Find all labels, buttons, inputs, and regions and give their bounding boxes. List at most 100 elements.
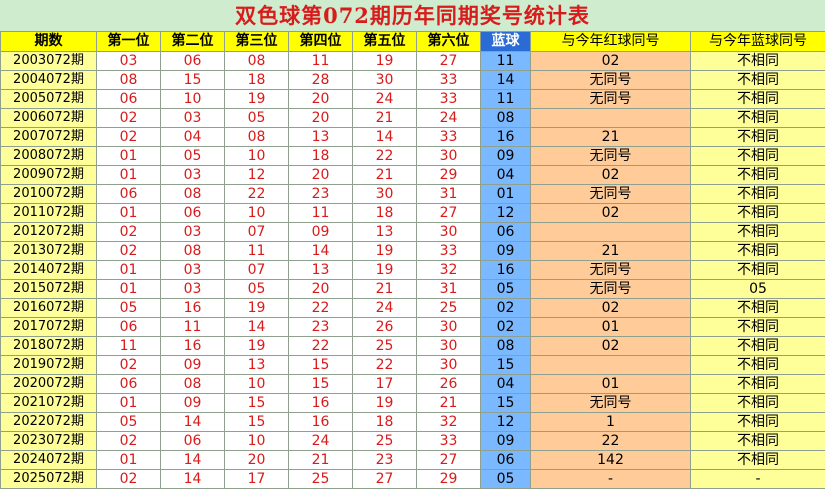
red-match-cell <box>531 109 691 128</box>
red-ball-cell: 07 <box>225 261 289 280</box>
header-pos-1: 第一位 <box>97 32 161 52</box>
red-match-cell: 142 <box>531 451 691 470</box>
blue-match-cell: 不相同 <box>691 166 825 185</box>
table-body: 2003072期0306081119271102不相同2004072期08151… <box>1 52 825 489</box>
red-ball-cell: 01 <box>97 394 161 413</box>
blue-ball-cell: 14 <box>481 71 531 90</box>
blue-match-cell: 不相同 <box>691 185 825 204</box>
red-ball-cell: 17 <box>353 375 417 394</box>
blue-ball-cell: 06 <box>481 223 531 242</box>
red-ball-cell: 27 <box>417 52 481 71</box>
blue-ball-cell: 04 <box>481 166 531 185</box>
red-ball-cell: 33 <box>417 432 481 451</box>
blue-ball-cell: 02 <box>481 318 531 337</box>
red-ball-cell: 25 <box>353 337 417 356</box>
blue-ball-cell: 12 <box>481 413 531 432</box>
red-ball-cell: 21 <box>353 109 417 128</box>
red-ball-cell: 16 <box>289 394 353 413</box>
period-cell: 2024072期 <box>1 451 97 470</box>
blue-match-cell: 不相同 <box>691 413 825 432</box>
table-row: 2008072期01051018223009无同号不相同 <box>1 147 825 166</box>
red-ball-cell: 16 <box>161 337 225 356</box>
red-ball-cell: 29 <box>417 470 481 489</box>
red-ball-cell: 15 <box>289 356 353 375</box>
red-ball-cell: 28 <box>289 71 353 90</box>
red-ball-cell: 07 <box>225 223 289 242</box>
red-ball-cell: 33 <box>417 128 481 147</box>
red-ball-cell: 14 <box>161 470 225 489</box>
header-blue-match: 与今年蓝球同号 <box>691 32 825 52</box>
blue-match-cell: 不相同 <box>691 204 825 223</box>
table-row: 2020072期0608101517260401不相同 <box>1 375 825 394</box>
blue-ball-cell: 11 <box>481 52 531 71</box>
period-cell: 2013072期 <box>1 242 97 261</box>
red-ball-cell: 11 <box>289 52 353 71</box>
blue-ball-cell: 16 <box>481 261 531 280</box>
table-row: 2025072期02141725272905-- <box>1 470 825 489</box>
red-match-cell: 02 <box>531 299 691 318</box>
red-match-cell: - <box>531 470 691 489</box>
blue-match-cell: 不相同 <box>691 451 825 470</box>
period-cell: 2006072期 <box>1 109 97 128</box>
table-row: 2023072期0206102425330922不相同 <box>1 432 825 451</box>
table-row: 2013072期0208111419330921不相同 <box>1 242 825 261</box>
blue-ball-cell: 09 <box>481 242 531 261</box>
red-ball-cell: 08 <box>161 185 225 204</box>
blue-match-cell: 不相同 <box>691 109 825 128</box>
red-ball-cell: 01 <box>97 261 161 280</box>
period-cell: 2016072期 <box>1 299 97 318</box>
red-ball-cell: 05 <box>225 109 289 128</box>
table-row: 2019072期02091315223015不相同 <box>1 356 825 375</box>
red-match-cell: 02 <box>531 204 691 223</box>
red-ball-cell: 10 <box>225 204 289 223</box>
red-ball-cell: 08 <box>97 71 161 90</box>
header-period: 期数 <box>1 32 97 52</box>
red-ball-cell: 30 <box>353 185 417 204</box>
red-ball-cell: 20 <box>289 280 353 299</box>
period-cell: 2005072期 <box>1 90 97 109</box>
lottery-stats-sheet: 双色球第072期历年同期奖号统计表 期数 第一位 第二位 第三位 第四位 第五位… <box>0 0 825 487</box>
red-ball-cell: 02 <box>97 470 161 489</box>
period-cell: 2011072期 <box>1 204 97 223</box>
red-match-cell: 无同号 <box>531 90 691 109</box>
red-match-cell: 无同号 <box>531 280 691 299</box>
header-row: 期数 第一位 第二位 第三位 第四位 第五位 第六位 蓝球 与今年红球同号 与今… <box>1 32 825 52</box>
red-ball-cell: 08 <box>161 242 225 261</box>
red-ball-cell: 27 <box>417 204 481 223</box>
table-row: 2005072期06101920243311无同号不相同 <box>1 90 825 109</box>
red-ball-cell: 24 <box>417 109 481 128</box>
page-title: 双色球第072期历年同期奖号统计表 <box>0 0 825 31</box>
red-ball-cell: 26 <box>417 375 481 394</box>
red-ball-cell: 20 <box>289 109 353 128</box>
red-ball-cell: 06 <box>97 90 161 109</box>
red-ball-cell: 03 <box>97 52 161 71</box>
red-ball-cell: 05 <box>97 299 161 318</box>
red-ball-cell: 14 <box>161 413 225 432</box>
red-ball-cell: 11 <box>289 204 353 223</box>
table-row: 2015072期01030520213105无同号05 <box>1 280 825 299</box>
red-ball-cell: 13 <box>225 356 289 375</box>
red-ball-cell: 14 <box>161 451 225 470</box>
red-ball-cell: 30 <box>417 356 481 375</box>
red-ball-cell: 32 <box>417 413 481 432</box>
red-ball-cell: 02 <box>97 356 161 375</box>
red-ball-cell: 03 <box>161 109 225 128</box>
blue-match-cell: 不相同 <box>691 223 825 242</box>
period-cell: 2020072期 <box>1 375 97 394</box>
table-row: 2012072期02030709133006不相同 <box>1 223 825 242</box>
red-ball-cell: 20 <box>289 90 353 109</box>
red-ball-cell: 02 <box>97 432 161 451</box>
red-ball-cell: 06 <box>97 375 161 394</box>
red-ball-cell: 06 <box>161 52 225 71</box>
red-ball-cell: 30 <box>417 147 481 166</box>
red-ball-cell: 23 <box>289 185 353 204</box>
blue-match-cell: 不相同 <box>691 337 825 356</box>
red-ball-cell: 30 <box>417 337 481 356</box>
header-blue-ball: 蓝球 <box>481 32 531 52</box>
red-ball-cell: 14 <box>225 318 289 337</box>
period-cell: 2019072期 <box>1 356 97 375</box>
red-ball-cell: 21 <box>353 280 417 299</box>
table-row: 2022072期051415161832121不相同 <box>1 413 825 432</box>
blue-match-cell: 不相同 <box>691 375 825 394</box>
table-row: 2018072期1116192225300802不相同 <box>1 337 825 356</box>
